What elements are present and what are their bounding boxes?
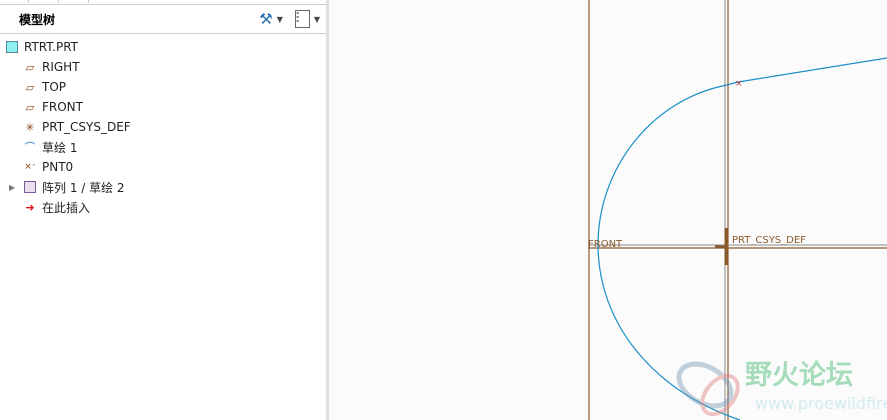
tree-item-label: 在此插入 — [42, 200, 91, 215]
datum-plane-icon: ▱ — [25, 80, 35, 94]
tree-item[interactable]: ➜ 在此插入 — [0, 197, 326, 217]
part-icon — [4, 40, 20, 54]
datum-point-marker: × — [735, 79, 743, 89]
chevron-down-icon[interactable]: ▼ — [314, 15, 320, 24]
tree-item[interactable]: ▱ FRONT — [0, 97, 326, 117]
csys-label: PRT_CSYS_DEF — [732, 235, 806, 246]
chevron-down-icon[interactable]: ▼ — [277, 15, 283, 24]
tree-item-label: PRT_CSYS_DEF — [42, 120, 131, 134]
tree-item[interactable]: ▱ RIGHT — [0, 57, 326, 77]
tree-item-label: 草绘 1 — [42, 140, 78, 155]
insert-here-icon: ➜ — [25, 200, 35, 214]
tree-item-label: RIGHT — [42, 60, 80, 74]
tree-item[interactable]: RTRT.PRT — [0, 37, 326, 57]
tree-item[interactable]: ✳ PRT_CSYS_DEF — [0, 117, 326, 137]
expand-arrow-icon[interactable]: ▶ — [9, 183, 15, 192]
tree-item[interactable]: ⌒ 草绘 1 — [0, 137, 326, 157]
model-tree: RTRT.PRT ▱ RIGHT ▱ TOP ▱ FRONT ✳ PRT_CSYS_DEF ⌒ 草绘… — [0, 34, 326, 217]
tree-settings-icon[interactable]: ⚒ — [259, 10, 272, 28]
model-tree-panel: 模型树 ⚒ ▼ ⁃ ⁃ ⁃ ▼ RTRT.PRT ▱ RIGHT ▱ TOP ▱ FRONT ✳ PRT… — [0, 0, 327, 420]
tree-item-label: FRONT — [42, 100, 83, 114]
watermark-logo-icon — [700, 373, 740, 417]
tree-item[interactable]: ▶ 阵列 1 / 草绘 2 — [0, 177, 326, 197]
tree-item-label: 阵列 1 / 草绘 2 — [42, 180, 125, 195]
scrollbar[interactable] — [326, 0, 329, 420]
watermark: 野火论坛 www.proewildfire.cn — [676, 360, 887, 417]
watermark-title: 野火论坛 — [745, 360, 853, 391]
csys-icon: ✳ — [25, 120, 35, 134]
front-label: FRONT — [588, 239, 623, 250]
datum-plane-icon: ▱ — [25, 60, 35, 74]
watermark-url: www.proewildfire.cn — [755, 394, 887, 413]
tree-item[interactable]: ×׳ PNT0 — [0, 157, 326, 177]
tree-columns-icon[interactable]: ⁃ ⁃ ⁃ — [294, 10, 310, 28]
model-tree-header: 模型树 ⚒ ▼ ⁃ ⁃ ⁃ ▼ — [0, 5, 326, 34]
tree-item-label: RTRT.PRT — [24, 40, 79, 54]
tree-item-label: PNT0 — [42, 160, 74, 174]
panel-title: 模型树 — [19, 12, 56, 27]
datum-point-icon: ×׳ — [24, 162, 36, 172]
panel-tabs — [0, 0, 326, 5]
pattern-icon — [22, 180, 38, 194]
graphics-area[interactable]: × FRONT PRT_CSYS_DEF 野火论坛 www.proewildfi… — [330, 0, 887, 420]
tree-item[interactable]: ▱ TOP — [0, 77, 326, 97]
datum-plane-icon: ▱ — [25, 100, 35, 114]
tree-item-label: TOP — [42, 80, 67, 94]
sketch-icon: ⌒ — [24, 141, 36, 154]
